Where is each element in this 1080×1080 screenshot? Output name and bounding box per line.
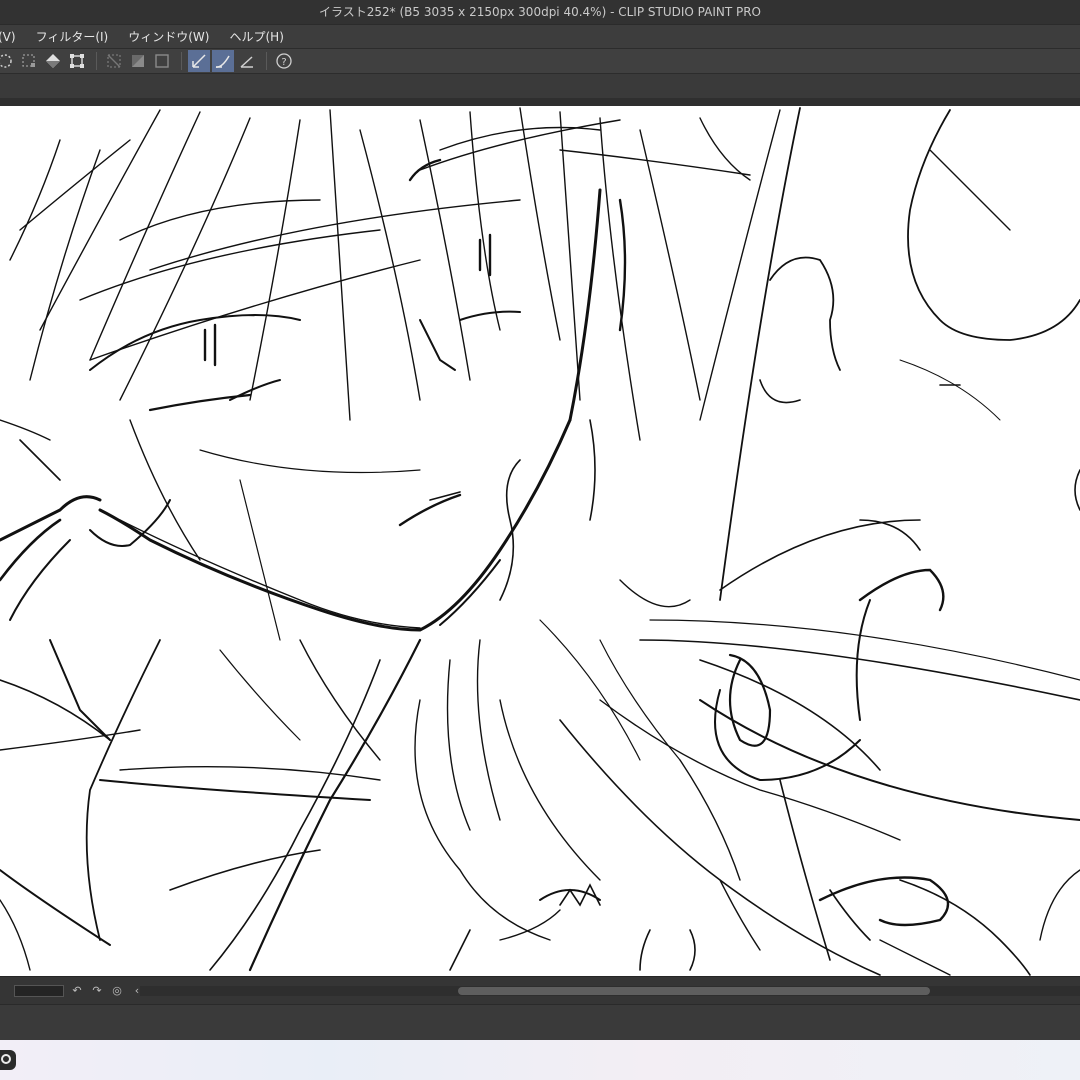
- toolbar-separator: [266, 52, 267, 70]
- select-layer-icon[interactable]: [18, 50, 40, 72]
- show-selection-icon[interactable]: [151, 50, 173, 72]
- horizontal-scrollbar[interactable]: [140, 986, 1080, 996]
- canvas-top-edge: [0, 98, 1080, 106]
- window-title: イラスト252* (B5 3035 x 2150px 300dpi 40.4%)…: [0, 0, 1080, 24]
- tool-property-bar: [0, 74, 1080, 98]
- menu-bar: (V) フィルター(I) ウィンドウ(W) ヘルプ(H): [0, 24, 1080, 48]
- svg-text:?: ?: [281, 57, 286, 68]
- invert-selection-icon[interactable]: [127, 50, 149, 72]
- zoom-slider[interactable]: [14, 985, 64, 997]
- navigator-bar: ↶ ↷ ◎ ‹: [0, 976, 1080, 1004]
- menu-view[interactable]: (V): [0, 30, 16, 44]
- menu-help[interactable]: ヘルプ(H): [229, 28, 283, 45]
- navigator-controls: ↶ ↷ ◎ ‹: [0, 984, 144, 998]
- app-launcher-icon[interactable]: [0, 1050, 16, 1070]
- toolbar-separator: [181, 52, 182, 70]
- clip-studio-window: イラスト252* (B5 3035 x 2150px 300dpi 40.4%)…: [0, 0, 1080, 1080]
- redo-view-icon[interactable]: ↷: [90, 984, 104, 998]
- rotate-reset-icon[interactable]: ◎: [110, 984, 124, 998]
- stabilizer-pen-icon[interactable]: [188, 50, 210, 72]
- undo-view-icon[interactable]: ↶: [70, 984, 84, 998]
- bottom-panel: [0, 1004, 1080, 1040]
- os-taskbar: [0, 1040, 1080, 1080]
- command-toolbar: ?: [0, 48, 1080, 74]
- menu-window[interactable]: ウィンドウ(W): [128, 28, 209, 45]
- ruler-snap-icon[interactable]: [236, 50, 258, 72]
- scrollbar-thumb[interactable]: [458, 987, 930, 995]
- menu-filter[interactable]: フィルター(I): [36, 28, 109, 45]
- clear-outside-icon[interactable]: [103, 50, 125, 72]
- fill-icon[interactable]: [42, 50, 64, 72]
- toolbar-separator: [96, 52, 97, 70]
- help-icon[interactable]: ?: [273, 50, 295, 72]
- lasso-select-icon[interactable]: [0, 50, 16, 72]
- drawing-canvas[interactable]: [0, 106, 1080, 976]
- sketch-lines: [0, 107, 1080, 976]
- stroke-smoothing-icon[interactable]: [212, 50, 234, 72]
- transform-icon[interactable]: [66, 50, 88, 72]
